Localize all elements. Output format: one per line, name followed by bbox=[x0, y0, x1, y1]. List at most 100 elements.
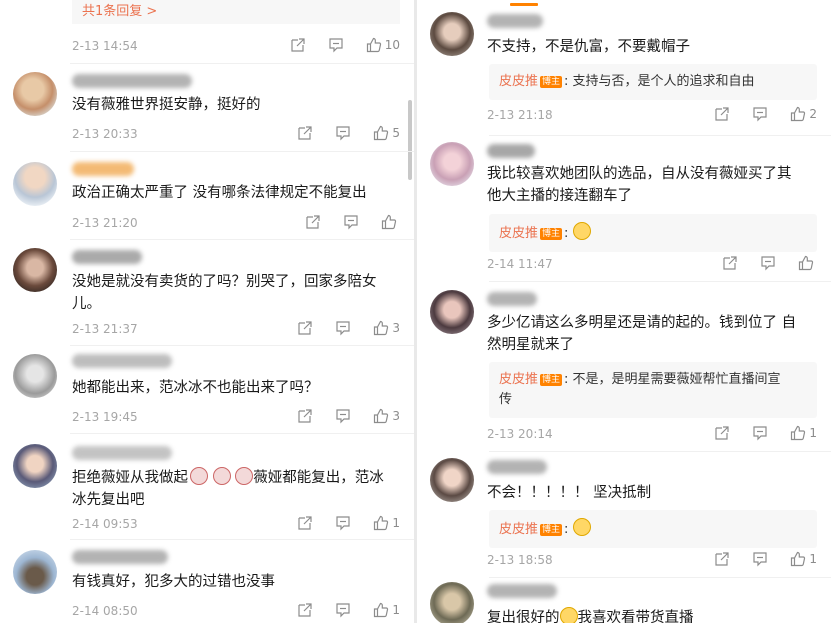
like-button[interactable]: 1 bbox=[790, 551, 817, 567]
comment-button[interactable] bbox=[752, 425, 768, 441]
comment-time: 2-13 14:54 bbox=[72, 39, 138, 53]
like-button[interactable] bbox=[381, 214, 400, 230]
username-blurred[interactable] bbox=[487, 460, 547, 474]
like-icon bbox=[374, 320, 389, 336]
comment-actions: 1 bbox=[275, 515, 400, 531]
comment-icon bbox=[753, 552, 767, 567]
comment-text-part: 复出很好的 bbox=[487, 610, 560, 623]
like-icon bbox=[798, 255, 814, 271]
like-button[interactable]: 5 bbox=[373, 125, 400, 141]
avatar[interactable] bbox=[13, 354, 57, 398]
avatar[interactable] bbox=[13, 444, 57, 488]
avatar[interactable] bbox=[430, 142, 474, 186]
like-button[interactable] bbox=[798, 255, 817, 271]
like-button[interactable]: 1 bbox=[373, 515, 400, 531]
author-badge: 博主 bbox=[540, 374, 563, 386]
comment-time: 2-13 21:37 bbox=[72, 322, 138, 336]
reply-author[interactable]: 皮皮推 bbox=[499, 74, 538, 89]
username-blurred[interactable] bbox=[72, 162, 134, 176]
like-count: 2 bbox=[809, 107, 817, 121]
username-blurred[interactable] bbox=[487, 144, 535, 158]
like-button[interactable]: 3 bbox=[373, 320, 400, 336]
comment-button[interactable] bbox=[335, 320, 351, 336]
username-blurred[interactable] bbox=[72, 250, 142, 264]
like-count: 3 bbox=[392, 409, 400, 423]
share-button[interactable] bbox=[714, 551, 730, 567]
comment-text: 拒绝薇娅从我做起 薇娅都能复出，范冰 冰先复出吧 bbox=[72, 467, 384, 511]
comment-time: 2-13 18:58 bbox=[487, 553, 553, 567]
share-button[interactable] bbox=[297, 602, 313, 618]
username-blurred[interactable] bbox=[487, 14, 543, 28]
comment-button[interactable] bbox=[328, 37, 344, 53]
like-icon bbox=[791, 106, 806, 122]
avatar[interactable] bbox=[430, 12, 474, 56]
comment-button[interactable] bbox=[752, 551, 768, 567]
like-button[interactable]: 2 bbox=[790, 106, 817, 122]
share-button[interactable] bbox=[297, 320, 313, 336]
username-blurred[interactable] bbox=[487, 292, 537, 306]
avatar[interactable] bbox=[13, 72, 57, 116]
share-button[interactable] bbox=[297, 408, 313, 424]
comment-button[interactable] bbox=[343, 214, 359, 230]
view-replies-link[interactable]: 共1条回复 > bbox=[72, 0, 400, 24]
share-button[interactable] bbox=[714, 425, 730, 441]
like-button[interactable]: 3 bbox=[373, 408, 400, 424]
username-blurred[interactable] bbox=[487, 584, 557, 598]
comment-button[interactable] bbox=[335, 602, 351, 618]
like-count: 1 bbox=[392, 516, 400, 530]
comment-actions bbox=[700, 255, 817, 271]
comment-actions: 1 bbox=[692, 551, 817, 567]
comment-time: 2-13 21:20 bbox=[72, 216, 138, 230]
share-button[interactable] bbox=[297, 515, 313, 531]
share-icon bbox=[298, 321, 312, 335]
comment-button[interactable] bbox=[760, 255, 776, 271]
comment-item: 她都能出来，范冰冰不也能出来了吗？ 2-13 19:45 3 bbox=[0, 346, 414, 434]
comment-actions: 3 bbox=[275, 320, 400, 336]
reply-author[interactable]: 皮皮推 bbox=[499, 522, 538, 537]
avatar[interactable] bbox=[13, 248, 57, 292]
username-blurred[interactable] bbox=[72, 550, 168, 564]
comment-item: 没她是就没有卖货的了吗？别哭了，回家多陪女 儿。 2-13 21:37 3 bbox=[0, 240, 414, 346]
share-button[interactable] bbox=[297, 125, 313, 141]
reply-author[interactable]: 皮皮推 bbox=[499, 226, 538, 241]
share-button[interactable] bbox=[722, 255, 738, 271]
username-blurred[interactable] bbox=[72, 74, 192, 88]
sweat-smile-emoji-icon bbox=[572, 518, 591, 536]
like-button[interactable]: 10 bbox=[366, 37, 400, 53]
smile-emoji-icon bbox=[559, 607, 578, 623]
comment-icon bbox=[336, 603, 350, 618]
username-blurred[interactable] bbox=[72, 354, 172, 368]
username-blurred[interactable] bbox=[72, 446, 172, 460]
comment-button[interactable] bbox=[335, 125, 351, 141]
avatar[interactable] bbox=[430, 458, 474, 502]
comment-text: 不会！！！！！ 坚决抵制 bbox=[487, 485, 652, 501]
comment-button[interactable] bbox=[752, 106, 768, 122]
like-icon bbox=[791, 551, 806, 567]
reply-author[interactable]: 皮皮推 bbox=[499, 372, 538, 387]
comment-button[interactable] bbox=[335, 515, 351, 531]
like-button[interactable]: 1 bbox=[373, 602, 400, 618]
share-button[interactable] bbox=[305, 214, 321, 230]
comment-icon bbox=[336, 409, 350, 424]
face-emoji-icon bbox=[212, 467, 231, 485]
share-button[interactable] bbox=[290, 37, 306, 53]
avatar[interactable] bbox=[430, 290, 474, 334]
avatar[interactable] bbox=[13, 162, 57, 206]
avatar[interactable] bbox=[13, 550, 57, 594]
comment-icon bbox=[753, 426, 767, 441]
like-count: 5 bbox=[392, 126, 400, 140]
share-icon bbox=[298, 126, 312, 140]
screenshot: 共1条回复 > 2-13 14:54 10 没有薇雅世界挺安静，挺好的 2-13… bbox=[0, 0, 831, 623]
comment-text: 复出很好的 我喜欢看带货直播 bbox=[487, 607, 694, 623]
comment-text-part: 我喜欢看带货直播 bbox=[577, 610, 694, 623]
face-emoji-icon bbox=[235, 467, 254, 485]
comment-button[interactable] bbox=[335, 408, 351, 424]
comment-icon bbox=[344, 215, 358, 230]
like-button[interactable]: 1 bbox=[790, 425, 817, 441]
avatar[interactable] bbox=[430, 582, 474, 623]
comment-item: 没有薇雅世界挺安静，挺好的 2-13 20:33 5 bbox=[0, 64, 414, 152]
share-button[interactable] bbox=[714, 106, 730, 122]
like-count: 1 bbox=[392, 603, 400, 617]
comment-time: 2-13 20:33 bbox=[72, 127, 138, 141]
face-emoji-icon bbox=[190, 467, 208, 485]
